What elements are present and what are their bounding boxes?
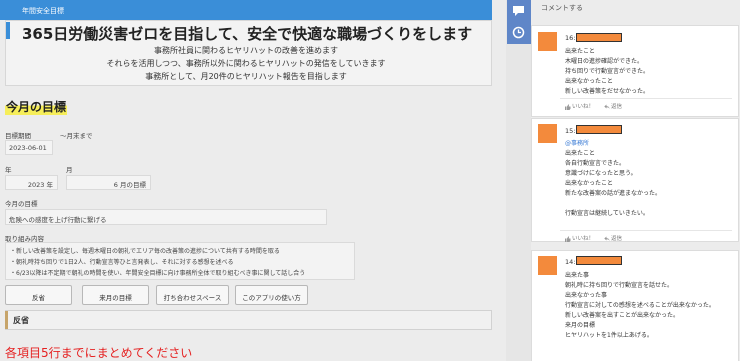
comment-card bbox=[531, 118, 739, 242]
reply-label: 返信 bbox=[611, 236, 623, 242]
comment-line: 持ち回りで行動宣言ができた。 bbox=[565, 68, 650, 75]
year-value: 2023 年 bbox=[5, 175, 58, 190]
comment-line: 出来なかったこと bbox=[565, 180, 614, 187]
comment-line: 新しい改善案を出すことが出来なかった。 bbox=[565, 312, 680, 319]
reply-button[interactable]: 返信 bbox=[604, 102, 622, 110]
redacted-name bbox=[576, 125, 622, 134]
year-label: 年 bbox=[5, 166, 12, 174]
like-icon bbox=[565, 235, 571, 242]
like-label: いいね！ bbox=[572, 236, 595, 242]
reflection-instruction: 各項目5行までにまとめてください bbox=[5, 346, 193, 360]
avatar bbox=[538, 32, 557, 51]
annual-goal-accent bbox=[6, 22, 10, 39]
comment-line: 出来たこと bbox=[565, 48, 596, 55]
action-item: ・朝礼時持ち回りで1日2人、行動宣言等ひと言発表し、それに対する感想を述べる bbox=[10, 259, 234, 266]
comment-line: 意識づけになったと思う。 bbox=[565, 170, 637, 177]
action-item: ・6/23以降は不定期で朝礼の時間を使い、年間安全目標に向け事務所全体で取り組む… bbox=[10, 270, 306, 277]
comment-line: 朝礼時に持ち回りで行動宣言を話せた。 bbox=[565, 282, 674, 289]
comment-mention[interactable]: @事務所 bbox=[565, 138, 589, 147]
annual-goal-line: 事務所として、月20件のヒヤリハット報告を目指します bbox=[145, 72, 347, 81]
period-end-label: 〜月末まで bbox=[60, 132, 93, 140]
comment-line: 新しい改善策をだせなかった。 bbox=[565, 88, 650, 95]
avatar bbox=[538, 256, 557, 275]
comment-divider bbox=[560, 98, 732, 99]
comment-line: 出来たこと bbox=[565, 150, 596, 157]
reply-icon bbox=[604, 236, 610, 241]
reflection-section-bar bbox=[5, 310, 492, 330]
main-pane: 年間安全目標 365日労働災害ゼロを目指して、安全で快適な職場づくりをします 事… bbox=[0, 0, 506, 361]
side-toolbar bbox=[506, 0, 531, 361]
annual-goal-line: 事務所社員に関わるヒヤリハットの改善を進めます bbox=[154, 46, 338, 55]
redacted-name bbox=[576, 33, 622, 42]
comment-divider bbox=[560, 230, 732, 231]
redacted-name bbox=[576, 256, 622, 265]
action-item: ・新しい改善策を設定し、毎週木曜日の朝礼でエリア毎の改善策の進捗について共有する… bbox=[10, 248, 280, 255]
comment-line: 行動宣言は継続していきたい。 bbox=[565, 210, 649, 217]
comment-line: 来月の目標 bbox=[565, 322, 596, 329]
add-comment-link[interactable]: コメントする bbox=[541, 3, 583, 13]
monthly-goal-label: 今月の目標 bbox=[5, 200, 38, 208]
history-button[interactable] bbox=[507, 22, 531, 44]
like-icon bbox=[565, 103, 571, 110]
comment-line: 木曜日の進捗確認ができた。 bbox=[565, 58, 644, 65]
monthly-goal-value: 危険への感度を上げ行動に繋げる bbox=[5, 209, 327, 225]
comment-number: 16: bbox=[565, 34, 576, 42]
reflection-accent bbox=[5, 311, 8, 329]
history-icon bbox=[512, 26, 525, 39]
tab-reflection[interactable]: 反省 bbox=[5, 285, 72, 305]
like-button[interactable]: いいね！ bbox=[565, 234, 594, 242]
tab-meeting-space[interactable]: 打ち合わせスペース bbox=[156, 285, 229, 305]
avatar bbox=[538, 124, 557, 143]
comment-icon bbox=[513, 6, 524, 16]
comment-number: 14: bbox=[565, 258, 576, 266]
comment-line: 行動宣言に対しての感想を述べることが出来なかった。 bbox=[565, 302, 715, 309]
period-label: 目標期間 bbox=[5, 132, 31, 140]
comment-line: 出来なかったこと bbox=[565, 78, 614, 85]
tab-app-usage[interactable]: このアプリの使い方 bbox=[235, 285, 308, 305]
annual-goal-headline: 365日労働災害ゼロを目指して、安全で快適な職場づくりをします bbox=[22, 25, 473, 43]
comment-line: 各自行動宣言できた。 bbox=[565, 160, 626, 167]
comment-number: 15: bbox=[565, 127, 576, 135]
reply-label: 返信 bbox=[611, 104, 623, 110]
like-label: いいね！ bbox=[572, 104, 595, 110]
reply-button[interactable]: 返信 bbox=[604, 234, 622, 242]
comment-line: 新たな改善案の話が進まなかった。 bbox=[565, 190, 662, 197]
reply-icon bbox=[604, 104, 610, 109]
app-title-tab[interactable]: 年間安全目標 bbox=[0, 0, 492, 20]
monthly-goal-heading: 今月の目標 bbox=[5, 98, 68, 115]
comment-line: 出来た事 bbox=[565, 272, 590, 279]
month-value: 6 月の目標 bbox=[66, 175, 151, 190]
comment-toggle-button[interactable] bbox=[507, 0, 531, 22]
period-start-value: 2023-06-01 bbox=[5, 140, 53, 155]
comment-line: ヒヤリハットを1件以上あげる。 bbox=[565, 332, 653, 339]
like-button[interactable]: いいね！ bbox=[565, 102, 594, 110]
month-label: 月 bbox=[66, 166, 73, 174]
reflection-label: 反省 bbox=[13, 316, 29, 325]
comment-line: 出来なかった事 bbox=[565, 292, 608, 299]
annual-goal-line: それらを活用しつつ、事務所以外に関わるヒヤリハットの発信をしていきます bbox=[106, 59, 386, 68]
tab-next-month-goal[interactable]: 来月の目標 bbox=[82, 285, 149, 305]
